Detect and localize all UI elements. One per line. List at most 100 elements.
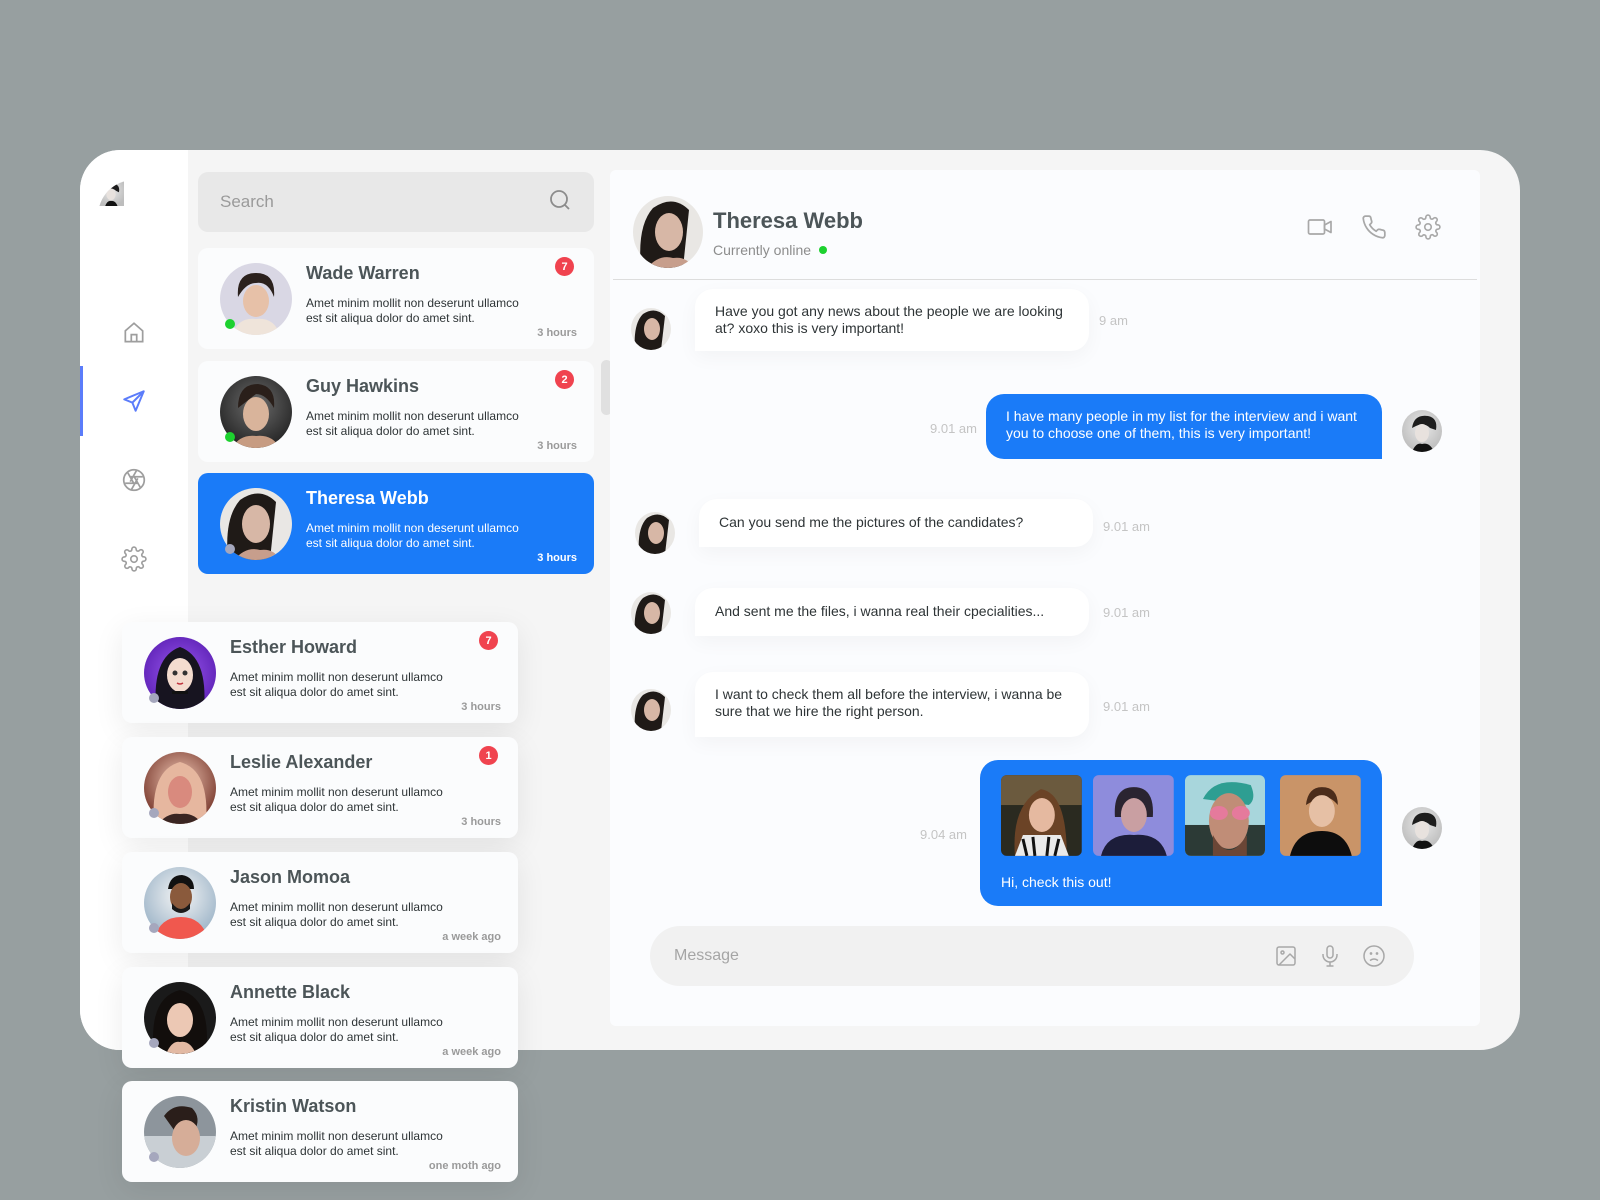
message-text: Hi, check this out! bbox=[1001, 874, 1112, 890]
microphone-icon bbox=[1322, 945, 1338, 967]
conversation-preview: Amet minim mollit non deserunt ullamco e… bbox=[230, 1129, 443, 1158]
conversation-time: 3 hours bbox=[537, 552, 577, 564]
conversation-time: 3 hours bbox=[461, 701, 501, 713]
message-text: I have many people in my list for the in… bbox=[1006, 408, 1357, 441]
chat-panel: Theresa Webb Currently online Have you g… bbox=[610, 170, 1480, 1026]
unread-badge: 1 bbox=[479, 746, 498, 765]
image-icon bbox=[1276, 946, 1296, 966]
voice-message-button[interactable] bbox=[1318, 944, 1342, 968]
search-bar bbox=[198, 172, 594, 232]
conversation-item-selected[interactable]: Theresa Webb Amet minim mollit non deser… bbox=[198, 473, 594, 574]
nav-camera[interactable] bbox=[80, 445, 188, 515]
conversation-time: 3 hours bbox=[537, 327, 577, 339]
contact-avatar[interactable] bbox=[633, 196, 703, 268]
nav-messages[interactable] bbox=[80, 366, 188, 436]
conversation-item[interactable]: Jason Momoa Amet minim mollit non deseru… bbox=[122, 852, 518, 953]
video-icon bbox=[1307, 219, 1332, 235]
message-time: 9 am bbox=[1099, 313, 1128, 328]
contact-name: Theresa Webb bbox=[713, 208, 863, 233]
message-bubble: I want to check them all before the inte… bbox=[695, 672, 1089, 737]
conversation-name: Theresa Webb bbox=[306, 488, 429, 508]
message-composer bbox=[650, 926, 1414, 986]
phone-icon bbox=[1362, 215, 1386, 239]
candidate-photo-3[interactable] bbox=[1184, 775, 1266, 856]
conversation-time: a week ago bbox=[442, 931, 501, 943]
emoji-button[interactable] bbox=[1362, 944, 1386, 968]
conversation-time: 3 hours bbox=[537, 440, 577, 452]
chat-header: Theresa Webb Currently online bbox=[613, 170, 1477, 280]
contact-status-text: Currently online bbox=[713, 242, 812, 258]
message-time: 9.01 am bbox=[1103, 699, 1150, 714]
candidate-photo-4[interactable] bbox=[1280, 775, 1361, 856]
offline-indicator bbox=[149, 923, 159, 933]
conversation-name: Wade Warren bbox=[306, 263, 420, 283]
conversation-time: 3 hours bbox=[461, 816, 501, 828]
emoji-icon bbox=[1363, 945, 1385, 967]
home-icon bbox=[124, 322, 144, 343]
search-button[interactable] bbox=[548, 188, 572, 217]
message-text: Have you got any news about the people w… bbox=[715, 303, 1063, 336]
profile-photo bbox=[98, 180, 124, 206]
message-text: And sent me the files, i wanna real thei… bbox=[715, 603, 1045, 619]
conversation-item[interactable]: Esther Howard Amet minim mollit non dese… bbox=[122, 622, 518, 723]
gear-icon bbox=[121, 546, 147, 572]
offline-indicator bbox=[225, 544, 235, 554]
nav-settings[interactable] bbox=[80, 524, 188, 594]
conversation-time: a week ago bbox=[442, 1046, 501, 1058]
conversation-preview: Amet minim mollit non deserunt ullamco e… bbox=[306, 409, 519, 438]
contact-photo bbox=[633, 196, 703, 268]
search-input[interactable] bbox=[220, 192, 548, 212]
conversation-name: Leslie Alexander bbox=[230, 752, 373, 772]
message-input[interactable] bbox=[674, 947, 1254, 965]
online-indicator bbox=[225, 432, 235, 442]
send-icon bbox=[123, 390, 145, 412]
conversation-preview: Amet minim mollit non deserunt ullamco e… bbox=[230, 670, 443, 699]
conversation-item[interactable]: Kristin Watson Amet minim mollit non des… bbox=[122, 1081, 518, 1182]
sender-avatar bbox=[631, 592, 671, 634]
candidate-photo-1[interactable] bbox=[1001, 775, 1082, 856]
conversation-item[interactable]: Annette Black Amet minim mollit non dese… bbox=[122, 967, 518, 1068]
nav-home[interactable] bbox=[80, 298, 188, 368]
conversation-item[interactable]: Guy Hawkins Amet minim mollit non deseru… bbox=[198, 361, 594, 462]
message-time: 9.01 am bbox=[1103, 519, 1150, 534]
conversation-preview: Amet minim mollit non deserunt ullamco e… bbox=[306, 296, 519, 325]
voice-call-button[interactable] bbox=[1361, 214, 1387, 240]
message-time: 9.01 am bbox=[1103, 605, 1150, 620]
online-indicator bbox=[819, 246, 828, 254]
offline-indicator bbox=[149, 808, 159, 818]
attach-image-button[interactable] bbox=[1274, 944, 1298, 968]
conversation-preview: Amet minim mollit non deserunt ullamco e… bbox=[306, 521, 519, 550]
conversation-preview: Amet minim mollit non deserunt ullamco e… bbox=[230, 785, 443, 814]
offline-indicator bbox=[149, 1038, 159, 1048]
sender-avatar bbox=[631, 689, 671, 731]
attachment-gallery bbox=[1001, 775, 1361, 856]
video-call-button[interactable] bbox=[1307, 214, 1333, 240]
gear-icon bbox=[1415, 214, 1441, 240]
aperture-icon bbox=[122, 468, 146, 492]
message-bubble: And sent me the files, i wanna real thei… bbox=[695, 588, 1089, 636]
chat-settings-button[interactable] bbox=[1415, 214, 1441, 240]
conversation-item[interactable]: Wade Warren Amet minim mollit non deseru… bbox=[198, 248, 594, 349]
conversation-name: Jason Momoa bbox=[230, 867, 351, 887]
conversation-name: Esther Howard bbox=[230, 637, 358, 657]
message-text: I want to check them all before the inte… bbox=[715, 686, 1063, 719]
online-indicator bbox=[225, 319, 235, 329]
unread-badge: 7 bbox=[555, 257, 574, 276]
message-bubble: I have many people in my list for the in… bbox=[986, 394, 1382, 459]
unread-badge: 7 bbox=[479, 631, 498, 650]
message-time: 9.01 am bbox=[930, 421, 977, 436]
message-bubble: Hi, check this out! bbox=[980, 760, 1382, 906]
conversation-preview: Amet minim mollit non deserunt ullamco e… bbox=[230, 900, 443, 929]
conversation-item[interactable]: Leslie Alexander Amet minim mollit non d… bbox=[122, 737, 518, 838]
my-avatar bbox=[1402, 807, 1442, 849]
conversation-time: one moth ago bbox=[428, 1160, 501, 1172]
message-text: Can you send me the pictures of the cand… bbox=[719, 514, 1024, 530]
offline-indicator bbox=[149, 1152, 159, 1162]
search-icon bbox=[550, 189, 570, 210]
sender-avatar bbox=[635, 512, 675, 554]
profile-avatar[interactable] bbox=[98, 180, 170, 252]
candidate-photo-2[interactable] bbox=[1092, 775, 1174, 856]
message-bubble: Have you got any news about the people w… bbox=[695, 289, 1089, 351]
contact-status: Currently online bbox=[713, 242, 828, 258]
offline-indicator bbox=[149, 693, 159, 703]
